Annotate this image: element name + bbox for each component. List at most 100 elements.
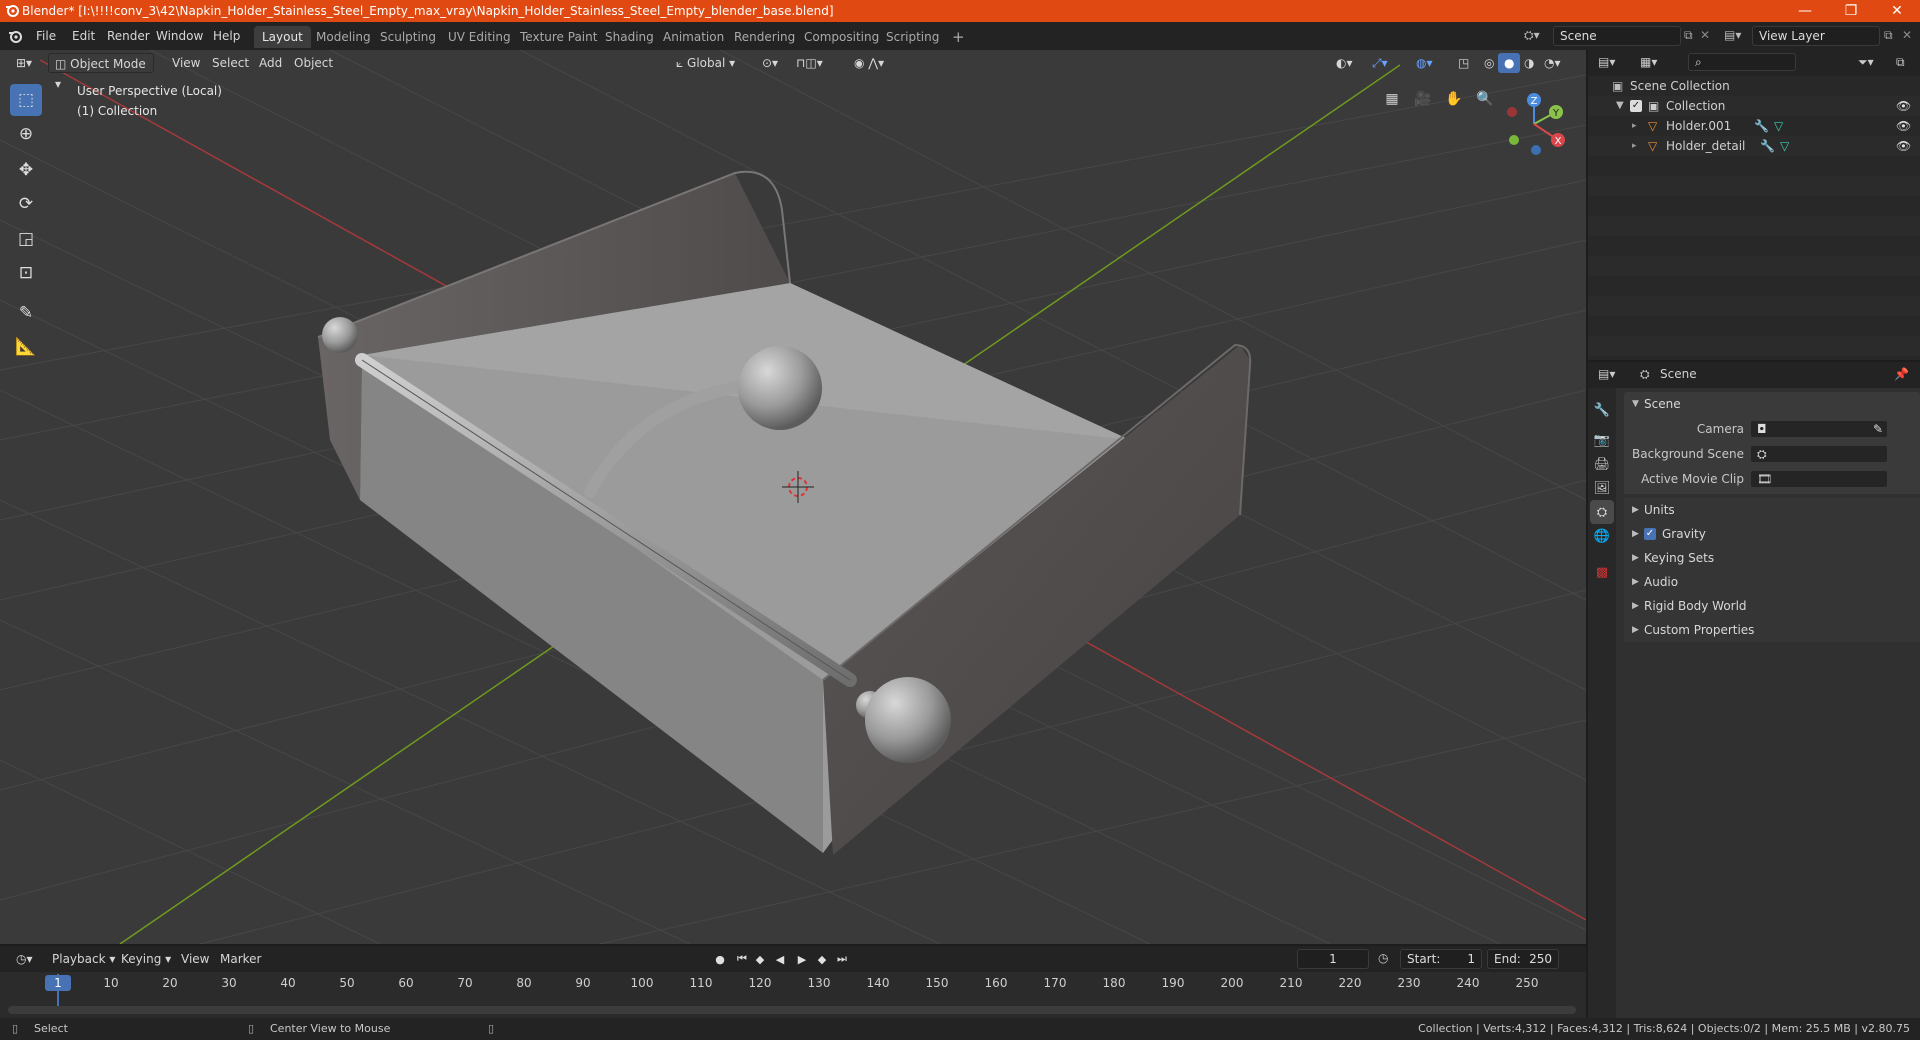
outliner-search-input[interactable]: ⌕ bbox=[1688, 53, 1796, 71]
outliner-row-collection[interactable]: ▼ ✓ ▣ Collection 👁 bbox=[1588, 96, 1920, 116]
properties-editor-type-icon[interactable]: ▤▾ bbox=[1598, 367, 1615, 381]
menu-render[interactable]: Render bbox=[101, 27, 156, 45]
tab-texture-paint[interactable]: Texture Paint bbox=[512, 26, 605, 48]
transform-tool-icon[interactable]: ⊡ bbox=[10, 257, 42, 289]
keying-sets-panel-header[interactable]: ▶ Keying Sets bbox=[1624, 546, 1920, 570]
viewport-menu-add[interactable]: Add bbox=[253, 53, 288, 73]
xray-toggle-icon[interactable]: ◳ bbox=[1452, 53, 1475, 73]
rigid-body-world-panel-header[interactable]: ▶ Rigid Body World bbox=[1624, 594, 1920, 618]
timeline-track-area[interactable]: 1 10 20 30 40 50 60 70 80 90 100 110 120… bbox=[0, 972, 1586, 1018]
pin-icon[interactable]: 📌 bbox=[1894, 367, 1909, 381]
visibility-eye-icon[interactable]: 👁 bbox=[1896, 116, 1911, 136]
custom-properties-panel-header[interactable]: ▶ Custom Properties bbox=[1624, 618, 1920, 642]
camera-view-icon[interactable]: 🎥 bbox=[1411, 87, 1435, 111]
tab-layout[interactable]: Layout bbox=[254, 26, 311, 48]
display-mode-icon[interactable]: ▦▾ bbox=[1640, 55, 1657, 69]
delete-view-layer-icon[interactable]: ✕ bbox=[1902, 28, 1912, 42]
texture-tab-icon[interactable]: ▩ bbox=[1590, 560, 1614, 584]
jump-to-start-icon[interactable]: ⏮ bbox=[734, 951, 750, 967]
tab-uv-editing[interactable]: UV Editing bbox=[440, 26, 519, 48]
outliner-row-scene-collection[interactable]: ▣ Scene Collection bbox=[1588, 76, 1920, 96]
render-tab-icon[interactable]: 📷 bbox=[1590, 428, 1614, 452]
viewport-menu-object[interactable]: Object bbox=[288, 53, 339, 73]
expand-arrow-icon[interactable]: ▸ bbox=[1632, 116, 1637, 136]
playhead-frame-badge[interactable]: 1 bbox=[45, 975, 71, 991]
rotate-tool-icon[interactable]: ⟳ bbox=[10, 188, 42, 220]
measure-tool-icon[interactable]: 📐 bbox=[10, 331, 42, 363]
rendered-shading-icon[interactable]: ◔▾ bbox=[1538, 53, 1567, 73]
neg-y-axis-icon[interactable] bbox=[1509, 135, 1519, 145]
timeline-menu-keying[interactable]: Keying ▾ bbox=[115, 949, 177, 969]
zoom-view-icon[interactable]: 🔍 bbox=[1473, 87, 1497, 111]
filter-icon[interactable]: ⏷▾ bbox=[1858, 55, 1874, 70]
editor-type-icon[interactable]: ⊞▾ bbox=[10, 53, 38, 73]
tab-rendering[interactable]: Rendering bbox=[726, 26, 803, 48]
view-layer-selector-icon[interactable]: ▤▾ bbox=[1724, 28, 1741, 42]
camera-field[interactable]: ◘ ✎ bbox=[1750, 420, 1888, 438]
units-panel-header[interactable]: ▶ Units bbox=[1624, 498, 1920, 522]
next-keyframe-icon[interactable]: ◆ bbox=[814, 951, 830, 967]
pan-view-hand-icon[interactable]: ✋ bbox=[1442, 87, 1466, 111]
view-layer-field[interactable]: View Layer bbox=[1752, 26, 1880, 46]
scale-tool-icon[interactable]: ◲ bbox=[10, 223, 42, 255]
timeline-menu-marker[interactable]: Marker bbox=[214, 949, 267, 969]
visibility-eye-icon[interactable]: 👁 bbox=[1896, 136, 1911, 156]
neg-z-axis-icon[interactable] bbox=[1531, 145, 1541, 155]
neg-x-axis-icon[interactable] bbox=[1507, 107, 1517, 117]
blender-menu-icon[interactable] bbox=[8, 29, 22, 43]
select-box-tool-icon[interactable]: ⬚ bbox=[10, 84, 42, 116]
menu-edit[interactable]: Edit bbox=[66, 27, 101, 45]
viewport-menu-view[interactable]: View bbox=[166, 53, 206, 73]
tab-scripting[interactable]: Scripting bbox=[878, 26, 947, 48]
audio-panel-header[interactable]: ▶ Audio bbox=[1624, 570, 1920, 594]
visibility-eye-icon[interactable]: 👁 bbox=[1896, 96, 1911, 116]
add-workspace-button[interactable]: + bbox=[944, 26, 973, 48]
timeline-scrollbar[interactable] bbox=[8, 1006, 1576, 1014]
outliner-row-holder-detail[interactable]: ▸ ▽ Holder_detail 🔧 ▽ 👁 bbox=[1588, 136, 1920, 156]
background-scene-field[interactable]: ⛭ bbox=[1750, 445, 1888, 463]
toggle-camera-grid-icon[interactable]: ▦ bbox=[1380, 87, 1404, 111]
modifier-wrench-icon[interactable]: 🔧 bbox=[1754, 116, 1769, 136]
viewport-menu-select[interactable]: Select bbox=[206, 53, 255, 73]
play-icon[interactable]: ▶ bbox=[794, 951, 810, 967]
output-tab-icon[interactable]: 🖨 bbox=[1590, 452, 1614, 476]
current-frame-field[interactable]: 1 bbox=[1297, 949, 1369, 969]
tab-compositing[interactable]: Compositing bbox=[796, 26, 887, 48]
new-scene-icon[interactable]: ⧉ bbox=[1684, 28, 1693, 43]
preview-range-clock-icon[interactable]: ◷ bbox=[1378, 951, 1388, 965]
navigation-gizmo[interactable]: Z Y X bbox=[1498, 86, 1570, 162]
3d-viewport[interactable] bbox=[0, 50, 1586, 944]
gravity-checkbox[interactable]: ✓ bbox=[1644, 528, 1656, 540]
mesh-data-icon[interactable]: ▽ bbox=[1780, 136, 1789, 156]
scene-panel-header[interactable]: ▼ Scene bbox=[1624, 392, 1920, 416]
close-button[interactable]: ✕ bbox=[1874, 0, 1920, 22]
outliner-editor-type-icon[interactable]: ▤▾ bbox=[1598, 55, 1615, 69]
expand-arrow-icon[interactable]: ▸ bbox=[1632, 136, 1637, 156]
visibility-icon[interactable]: ◐▾ bbox=[1330, 53, 1359, 73]
timeline-menu-playback[interactable]: Playback ▾ bbox=[46, 949, 121, 969]
modifier-wrench-icon[interactable]: 🔧 bbox=[1760, 136, 1775, 156]
collapse-arrow-icon[interactable]: ▼ bbox=[1616, 96, 1624, 116]
outliner-row-holder-001[interactable]: ▸ ▽ Holder.001 🔧 ▽ 👁 bbox=[1588, 116, 1920, 136]
scene-name-field[interactable]: Scene bbox=[1553, 26, 1681, 46]
snap-icon[interactable]: ⊓◫▾ bbox=[790, 53, 829, 73]
gravity-panel-header[interactable]: ▶ ✓ Gravity bbox=[1624, 522, 1920, 546]
gizmo-toggle-icon[interactable]: ⤢▾ bbox=[1366, 53, 1394, 73]
maximize-button[interactable]: ❐ bbox=[1828, 0, 1874, 22]
scene-tab-icon[interactable]: ⛭ bbox=[1590, 500, 1614, 524]
record-icon[interactable]: ● bbox=[712, 951, 728, 967]
timeline-editor-type-icon[interactable]: ◷▾ bbox=[10, 949, 39, 969]
menu-file[interactable]: File bbox=[30, 27, 62, 45]
view-layer-tab-icon[interactable]: 🖼 bbox=[1590, 476, 1614, 500]
cursor-tool-icon[interactable]: ⊕ bbox=[10, 118, 42, 150]
tab-shading[interactable]: Shading bbox=[597, 26, 662, 48]
eyedropper-icon[interactable]: ✎ bbox=[1873, 421, 1883, 437]
move-tool-icon[interactable]: ✥ bbox=[10, 154, 42, 186]
annotate-tool-icon[interactable]: ✎ bbox=[10, 297, 42, 329]
menu-window[interactable]: Window bbox=[150, 27, 209, 45]
tab-animation[interactable]: Animation bbox=[655, 26, 732, 48]
world-tab-icon[interactable]: 🌐 bbox=[1590, 524, 1614, 548]
collection-checkbox[interactable]: ✓ bbox=[1630, 100, 1642, 112]
delete-scene-icon[interactable]: ✕ bbox=[1700, 28, 1710, 42]
timeline-menu-view[interactable]: View bbox=[175, 949, 215, 969]
